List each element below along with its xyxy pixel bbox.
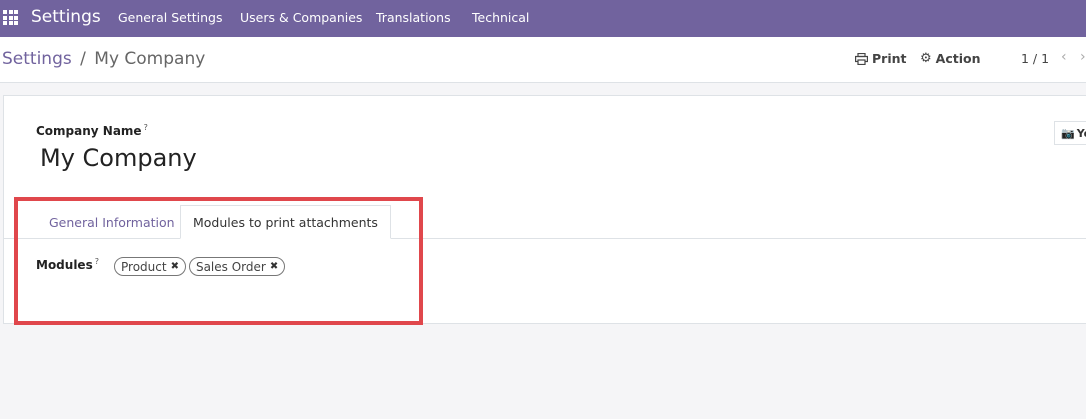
breadcrumb-current: My Company — [94, 49, 206, 69]
action-label: Action — [935, 51, 981, 66]
modules-tags-field[interactable]: Product ✖ Sales Order ✖ — [114, 257, 286, 276]
breadcrumb: Settings / My Company — [2, 49, 205, 69]
tag-product: Product ✖ — [114, 257, 186, 276]
top-navbar: Settings General Settings Users & Compan… — [0, 0, 1086, 37]
gear-icon: ⚙ — [920, 51, 932, 66]
camera-icon: 📷 — [1061, 126, 1075, 140]
chevron-right-icon[interactable]: › — [1080, 49, 1086, 65]
breadcrumb-separator: / — [80, 49, 86, 69]
close-icon[interactable]: ✖ — [270, 261, 278, 272]
help-icon[interactable]: ? — [95, 257, 99, 266]
tab-general-information[interactable]: General Information — [37, 205, 187, 239]
help-icon[interactable]: ? — [144, 123, 148, 132]
apps-grid-icon[interactable] — [3, 10, 18, 25]
action-button[interactable]: ⚙ Action — [920, 51, 981, 66]
control-panel: Settings / My Company Print ⚙ Action 1 /… — [0, 37, 1086, 83]
modules-label: Modules? — [36, 257, 99, 272]
print-button[interactable]: Print — [855, 51, 907, 66]
close-icon[interactable]: ✖ — [171, 261, 179, 272]
pager-value[interactable]: 1 / 1 — [1021, 51, 1049, 66]
form-sheet: Company Name? My Company 📷 Yo General In… — [3, 95, 1086, 324]
tag-sales-order: Sales Order ✖ — [188, 257, 286, 276]
menu-translations[interactable]: Translations — [376, 10, 451, 25]
menu-technical[interactable]: Technical — [472, 10, 529, 25]
company-name-label: Company Name? — [36, 123, 148, 138]
printer-icon — [855, 52, 868, 65]
app-brand[interactable]: Settings — [31, 7, 101, 27]
menu-users-companies[interactable]: Users & Companies — [240, 10, 362, 25]
avatar-upload-button[interactable]: 📷 Yo — [1054, 121, 1086, 145]
company-name-field[interactable]: My Company — [40, 144, 197, 172]
chevron-left-icon[interactable]: ‹ — [1061, 49, 1067, 65]
print-label: Print — [872, 51, 907, 66]
tab-modules-print-attachments[interactable]: Modules to print attachments — [180, 205, 391, 239]
breadcrumb-parent[interactable]: Settings — [2, 49, 72, 69]
menu-general-settings[interactable]: General Settings — [118, 10, 223, 25]
